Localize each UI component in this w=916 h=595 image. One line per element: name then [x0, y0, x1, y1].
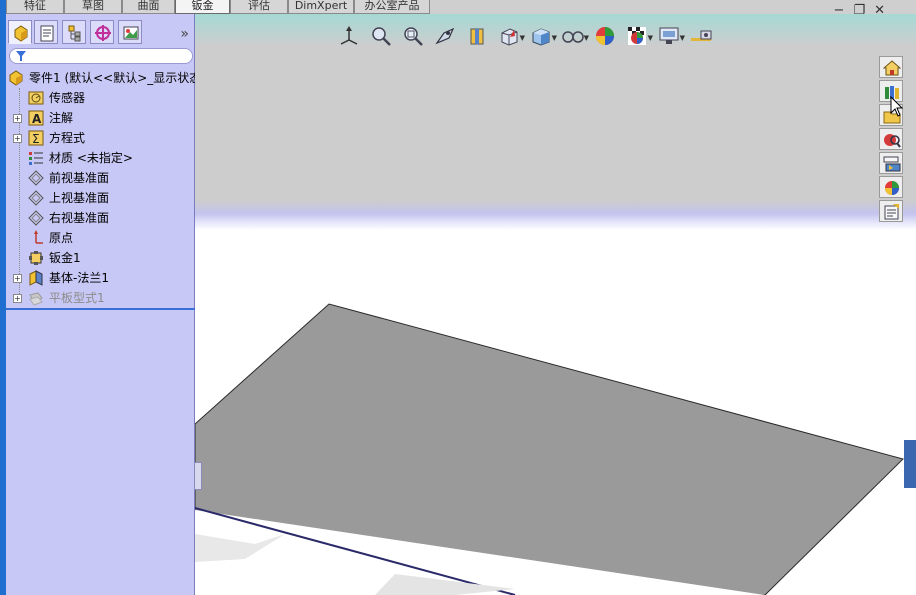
property-manager-tab-icon[interactable]: [34, 20, 58, 44]
zoom-to-area-icon[interactable]: [399, 22, 427, 50]
expand-panel-button[interactable]: »: [180, 26, 189, 42]
section-view-icon[interactable]: [463, 22, 491, 50]
mouse-cursor-icon: [890, 96, 904, 117]
edit-appearance-icon[interactable]: [591, 22, 619, 50]
tree-item-sensors[interactable]: 传感器: [6, 88, 195, 108]
base-flange-icon: [29, 270, 43, 286]
hide-show-items-icon[interactable]: ▼: [559, 22, 589, 50]
part-icon: [9, 70, 23, 86]
filter-icon: [16, 51, 26, 61]
expand-toggle[interactable]: +: [13, 134, 22, 143]
expand-toggle[interactable]: +: [13, 114, 22, 123]
feature-manager-tabbar: »: [6, 20, 195, 46]
dimxpert-manager-tab-icon[interactable]: [90, 20, 114, 44]
tree-item-top-plane[interactable]: 上视基准面: [6, 188, 195, 208]
view-palette-icon[interactable]: [879, 152, 903, 174]
plane-icon: [28, 190, 44, 206]
home-icon[interactable]: [879, 56, 903, 78]
document-window-controls: −❐✕: [834, 3, 894, 18]
tab-office-products[interactable]: 办公室产品: [354, 0, 430, 14]
feature-manager-panel: » 零件1 (默认<<默认>_显示状态 传感器 + A 注解 + Σ 方程式 材…: [6, 14, 195, 595]
window-edge-fragment: [904, 440, 916, 488]
custom-properties-icon[interactable]: [879, 200, 903, 222]
tab-evaluate[interactable]: 评估: [230, 0, 288, 14]
flat-pattern-icon: [29, 292, 43, 306]
panel-splitter-handle[interactable]: [194, 462, 202, 490]
tab-dimxpert[interactable]: DimXpert: [288, 0, 354, 14]
tree-item-flat-pattern[interactable]: + 平板型式1: [6, 288, 195, 308]
tree-item-material[interactable]: 材质 <未指定>: [6, 148, 195, 168]
plane-icon: [28, 210, 44, 226]
tab-sheet-metal[interactable]: 钣金: [175, 0, 230, 14]
command-manager-tabs: 特征 草图 曲面 钣金 评估 DimXpert 办公室产品: [6, 0, 430, 14]
tree-item-base-flange[interactable]: + 基体-法兰1: [6, 268, 195, 288]
restore-button[interactable]: ❐: [853, 3, 874, 18]
close-button[interactable]: ✕: [874, 3, 894, 18]
minimize-button[interactable]: −: [834, 3, 854, 18]
tree-item-part[interactable]: 零件1 (默认<<默认>_显示状态: [6, 68, 195, 88]
svg-text:A: A: [32, 112, 42, 126]
appearances-icon[interactable]: [879, 176, 903, 198]
configuration-manager-tab-icon[interactable]: [62, 20, 86, 44]
apply-scene-icon[interactable]: ▼: [623, 22, 653, 50]
tree-item-origin[interactable]: 原点: [6, 228, 195, 248]
tab-features[interactable]: 特征: [6, 0, 64, 14]
feature-tree-filter-input[interactable]: [9, 48, 193, 64]
svg-text:Σ: Σ: [32, 132, 40, 146]
origin-icon: [34, 230, 43, 244]
tree-item-sheet-metal[interactable]: 钣金1: [6, 248, 195, 268]
expand-toggle[interactable]: +: [13, 274, 22, 283]
tree-item-annotations[interactable]: + A 注解: [6, 108, 195, 128]
tab-sketch[interactable]: 草图: [64, 0, 122, 14]
rollback-bar[interactable]: [6, 308, 195, 310]
display-manager-tab-icon[interactable]: [118, 20, 142, 44]
tree-item-right-plane[interactable]: 右视基准面: [6, 208, 195, 228]
search-icon[interactable]: [879, 128, 903, 150]
task-pane-tabs: [879, 56, 904, 226]
camera-icon[interactable]: [687, 22, 715, 50]
plane-icon: [28, 170, 44, 186]
material-icon: [29, 152, 43, 165]
view-settings-icon[interactable]: ▼: [655, 22, 685, 50]
sheet-metal-icon: [29, 251, 43, 265]
tree-item-front-plane[interactable]: 前视基准面: [6, 168, 195, 188]
triad-icon[interactable]: [335, 22, 363, 50]
annotation-icon: A: [28, 110, 44, 126]
graphics-area[interactable]: [195, 14, 916, 595]
expand-toggle[interactable]: +: [13, 294, 22, 303]
heads-up-view-toolbar: ▼ ▼ ▼ ▼ ▼: [335, 22, 715, 50]
zoom-to-fit-icon[interactable]: [367, 22, 395, 50]
equation-icon: Σ: [28, 130, 44, 146]
tab-surfaces[interactable]: 曲面: [122, 0, 175, 14]
previous-view-icon[interactable]: [431, 22, 459, 50]
tree-item-equations[interactable]: + Σ 方程式: [6, 128, 195, 148]
feature-manager-tab-icon[interactable]: [8, 20, 32, 44]
sheet-metal-plate[interactable]: [195, 14, 916, 595]
view-orientation-icon[interactable]: ▼: [495, 22, 525, 50]
display-style-icon[interactable]: ▼: [527, 22, 557, 50]
sensor-icon: [28, 91, 44, 105]
